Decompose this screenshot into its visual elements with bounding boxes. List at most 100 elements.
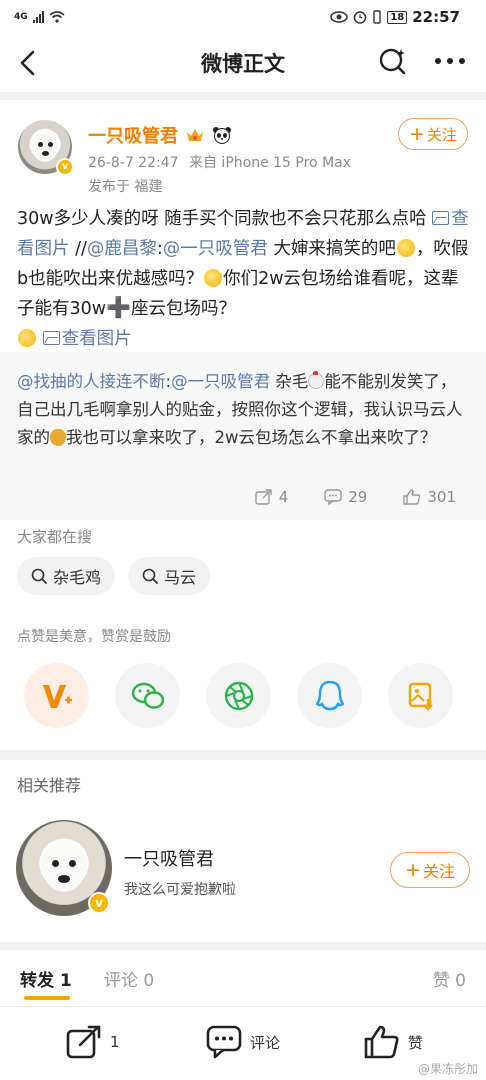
reposted-text: @找抽的人接连不断:@一只吸管君 杂毛 能不能别发笑了，自己出几毛啊拿别人的贴金，…: [17, 368, 472, 452]
money-bag-emoji-icon: [50, 429, 66, 446]
recommended-user-avatar[interactable]: v: [16, 820, 112, 916]
repost-count: 4: [278, 488, 289, 506]
share-icon: [255, 489, 272, 505]
thinking-emoji-icon: [204, 269, 223, 287]
header-actions: [378, 46, 466, 76]
post-location: 发布于 福建: [88, 179, 163, 195]
post-device: 来自 iPhone 15 Pro Max: [188, 155, 352, 171]
share-icon: [66, 1025, 101, 1059]
post-text-part: 座云包场吗？: [131, 299, 236, 319]
picture-icon: [432, 211, 450, 225]
crown-icon: [187, 129, 203, 141]
mention-link[interactable]: @鹿昌黎: [87, 239, 157, 259]
comment-count: 29: [348, 488, 368, 506]
bottom-comment-button[interactable]: 评论: [206, 1025, 280, 1059]
active-tab-underline: [24, 996, 70, 1000]
alarm-icon: [354, 11, 367, 24]
tab-repost[interactable]: 转发 1: [20, 966, 72, 991]
reward-button[interactable]: [24, 663, 89, 728]
search-icon: [31, 568, 47, 584]
post-meta: 26-8-7 22:47 来自 iPhone 15 Pro Max: [88, 152, 351, 172]
chicken-emoji-icon: [308, 371, 325, 389]
related-recommend-section: 相关推荐 v 一只吸管君 我这么可爱抱歉啦 + 关注: [0, 760, 486, 942]
thinking-emoji-icon: [18, 329, 36, 347]
thumbs-up-icon: [364, 1025, 399, 1059]
comment-label: 评论: [250, 1033, 281, 1052]
plus-emoji-icon: ➕: [106, 295, 131, 319]
battery-level: 18: [387, 10, 408, 24]
network-label: 4G: [14, 12, 28, 22]
clock: 22:57: [412, 8, 460, 26]
post-timestamp: 26-8-7 22:47: [88, 155, 179, 171]
back-arrow-icon[interactable]: [16, 48, 40, 78]
mention-link[interactable]: @一只吸管君: [163, 239, 268, 259]
share-qq-button[interactable]: [297, 663, 362, 728]
eye-icon: [330, 11, 349, 23]
status-left: 4G: [14, 11, 65, 23]
author-name[interactable]: 一只吸管君: [88, 122, 178, 148]
mention-link[interactable]: @一只吸管君: [171, 372, 270, 391]
reposted-block[interactable]: @找抽的人接连不断:@一只吸管君 杂毛 能不能别发笑了，自己出几毛啊拿别人的贴金，…: [0, 352, 486, 520]
thumbs-up-icon: [403, 489, 421, 505]
bottom-like-button[interactable]: 赞: [364, 1025, 423, 1059]
post-body: 30w多少人凑的呀 随手买个同款也不会只花那么点哈 查看图片 //@鹿昌黎:@一…: [17, 204, 473, 354]
picture-icon: [42, 331, 60, 345]
bottom-action-bar: 1 评论 赞: [0, 1006, 486, 1080]
author-name-row: 一只吸管君: [88, 122, 232, 148]
post-text-part: 大婶来搞笑的吧: [267, 239, 396, 259]
repost-count-button[interactable]: 4: [255, 488, 289, 506]
repost-text-part: 我也可以拿来吹了，2w云包场怎么不拿出来吹了？: [66, 428, 437, 447]
moments-icon: [224, 681, 253, 710]
repost-stats: 4 29 301: [255, 488, 456, 506]
save-picture-icon: [408, 682, 433, 711]
related-label: 相关推荐: [17, 776, 82, 795]
share-moments-button[interactable]: [206, 663, 271, 728]
trending-search-section: 大家都在搜 杂毛鸡 马云 点赞是美意，赞赏是鼓励: [0, 520, 486, 750]
watermark: @果冻彤加: [417, 1062, 478, 1076]
verified-badge-icon: v: [56, 158, 74, 176]
wechat-icon: [131, 682, 164, 709]
top-nav-bar: 微博正文: [0, 34, 486, 92]
signal-icon: [32, 11, 44, 23]
recommended-user-desc: 我这么可爱抱歉啦: [124, 882, 236, 898]
plus-icon: +: [409, 122, 425, 145]
repost-text-part: 杂毛: [270, 372, 309, 391]
status-bar: 4G 18 22:57: [0, 0, 486, 34]
post-card: v 一只吸管君 26-8-7 22:47 来自 iPhone 15 Pro Ma…: [0, 100, 486, 520]
post-text-part: //: [69, 239, 87, 259]
tab-comment[interactable]: 评论 0: [104, 966, 154, 991]
tab-like[interactable]: 赞 0: [433, 966, 466, 991]
wifi-icon: [49, 11, 65, 23]
search-icon[interactable]: [378, 46, 408, 76]
qq-icon: [315, 680, 344, 710]
like-label: 赞: [408, 1033, 424, 1052]
recommended-user-name[interactable]: 一只吸管君: [124, 845, 214, 871]
comment-count-button[interactable]: 29: [324, 488, 367, 506]
like-count: 301: [427, 488, 456, 506]
more-options-icon[interactable]: [434, 56, 466, 66]
share-count: 1: [110, 1033, 120, 1051]
share-wechat-button[interactable]: [115, 663, 180, 728]
follow-label: 关注: [422, 862, 455, 881]
view-picture-label: 查看图片: [61, 329, 132, 349]
search-tag[interactable]: 马云: [128, 557, 211, 595]
reward-label: 点赞是美意，赞赏是鼓励: [17, 629, 171, 645]
recommended-follow-button[interactable]: + 关注: [390, 852, 470, 888]
share-row: [24, 663, 453, 728]
mention-link[interactable]: @找抽的人接连不断: [17, 372, 166, 391]
panda-icon: [213, 127, 231, 144]
author-avatar[interactable]: v: [18, 120, 74, 176]
search-tag-label: 马云: [164, 568, 197, 587]
trending-search-label: 大家都在搜: [17, 528, 93, 546]
thinking-emoji-icon: [396, 239, 415, 257]
post-text-part: 30w多少人凑的呀 随手买个同款也不会只花那么点哈: [17, 209, 433, 229]
like-count-button[interactable]: 301: [403, 488, 456, 506]
view-picture-link[interactable]: 查看图片: [42, 329, 132, 349]
save-image-button[interactable]: [388, 663, 453, 728]
comment-icon: [324, 489, 342, 505]
search-tag[interactable]: 杂毛鸡: [17, 557, 116, 595]
follow-label: 关注: [426, 125, 457, 144]
search-icon: [142, 568, 158, 584]
follow-button[interactable]: + 关注: [398, 118, 468, 150]
bottom-share-button[interactable]: 1: [66, 1025, 120, 1059]
